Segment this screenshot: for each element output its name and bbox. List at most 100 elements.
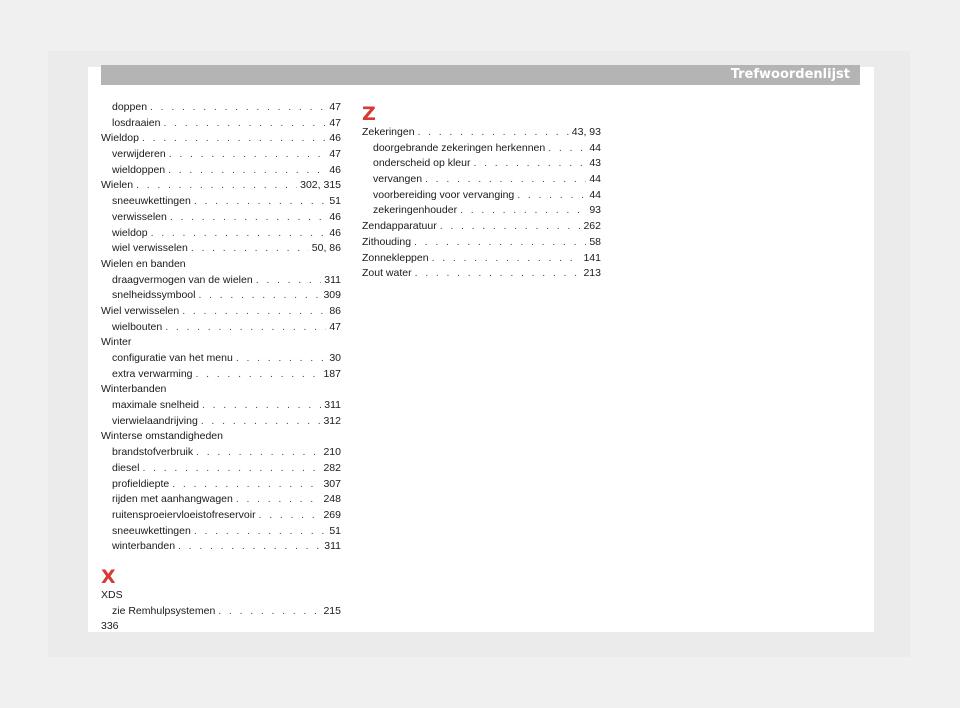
dot-leader <box>440 219 581 235</box>
entry-term: Wielen <box>101 179 134 192</box>
entry-page-ref: 43 <box>589 157 601 170</box>
entry-term: winterbanden <box>112 540 176 553</box>
index-subentry: verwijderen 47 <box>101 147 341 163</box>
dot-leader <box>194 194 327 210</box>
dot-leader <box>218 604 320 620</box>
entry-page-ref: 311 <box>324 399 341 412</box>
dot-leader <box>191 241 309 257</box>
entry-term: zie Remhulpsystemen <box>112 604 216 617</box>
index-entry: Wieldop 46 <box>101 131 341 147</box>
entry-term: zekeringenhouder <box>373 204 458 217</box>
dot-leader <box>196 367 321 383</box>
index-subentry: zie Remhulpsystemen 215 <box>101 604 341 620</box>
entry-page-ref: 46 <box>329 226 341 239</box>
index-subentry: doppen 47 <box>101 100 341 116</box>
entry-term: sneeuwkettingen <box>112 195 191 208</box>
entry-page-ref: 44 <box>589 173 601 186</box>
entry-term: Wiel verwisselen <box>101 304 180 317</box>
index-entry: Zonnekleppen 141 <box>362 251 601 267</box>
entry-page-ref: 302, 315 <box>300 179 341 192</box>
page-number: 336 <box>101 620 119 632</box>
index-subentry: losdraaien 47 <box>101 116 341 132</box>
dot-leader <box>432 251 581 267</box>
index-heading: Winterse omstandigheden <box>101 430 223 443</box>
entry-term: ruitensproeiervloeistofreservoir <box>112 508 256 521</box>
entry-page-ref: 47 <box>329 101 341 113</box>
dot-leader <box>165 320 326 336</box>
entry-page-ref: 46 <box>329 163 341 176</box>
dot-leader <box>473 156 586 172</box>
entry-term: doppen <box>112 101 148 113</box>
entry-term: verwijderen <box>112 148 166 161</box>
index-subentry: vierwielaandrijving 312 <box>101 414 341 430</box>
header-bar: Trefwoordenlijst <box>101 65 860 85</box>
entry-page-ref: 141 <box>583 251 601 264</box>
index-subentry: doorgebrande zekeringen herkennen 44 <box>362 141 601 157</box>
dot-leader <box>142 131 326 147</box>
index-subentry: sneeuwkettingen 51 <box>101 194 341 210</box>
entry-term: wieldop <box>112 226 148 239</box>
index-subentry: diesel 282 <box>101 461 341 477</box>
entry-page-ref: 44 <box>589 141 601 154</box>
dot-leader <box>418 125 569 141</box>
dot-leader <box>194 524 327 540</box>
dot-leader <box>163 116 326 132</box>
entry-page-ref: 44 <box>589 188 601 201</box>
index-subentry: configuratie van het menu 30 <box>101 351 341 367</box>
index-subentry: verwisselen 46 <box>101 210 341 226</box>
dot-leader <box>150 100 326 116</box>
entry-page-ref: 30 <box>329 352 341 364</box>
index-subentry: voorbereiding voor vervanging 44 <box>362 188 601 204</box>
index-entry: Wielen 302, 315 <box>101 178 341 194</box>
dot-leader <box>259 508 321 524</box>
dot-leader <box>142 461 320 477</box>
index-subentry: onderscheid op kleur 43 <box>362 156 601 172</box>
index-column-left: doppen47losdraaien47Wieldop46verwijderen… <box>101 100 341 619</box>
entry-page-ref: 86 <box>329 304 341 317</box>
entry-term: rijden met aanhangwagen <box>112 493 233 506</box>
entry-page-ref: 51 <box>329 195 341 208</box>
index-heading: Winter <box>101 336 132 349</box>
index-subentry: zekeringenhouder 93 <box>362 203 601 219</box>
dot-leader <box>151 226 327 242</box>
entry-page-ref: 213 <box>583 267 601 280</box>
entry-page-ref: 307 <box>323 477 341 490</box>
index-subentry: ruitensproeiervloeistofreservoir 269 <box>101 508 341 524</box>
dot-leader <box>178 539 321 555</box>
index-subentry: wieldoppen 46 <box>101 163 341 179</box>
index-heading: XDS <box>101 588 123 601</box>
entry-page-ref: 282 <box>323 461 341 474</box>
index-subentry: profieldiepte 307 <box>101 477 341 493</box>
index-subentry: rijden met aanhangwagen 248 <box>101 492 341 508</box>
index-heading: Winterbanden <box>101 383 167 396</box>
entry-term: brandstofverbruik <box>112 446 194 459</box>
entry-term: wieldoppen <box>112 163 166 176</box>
dot-leader <box>236 351 326 367</box>
index-subentry: wieldop 46 <box>101 226 341 242</box>
entry-term: verwisselen <box>112 210 167 223</box>
index-subentry: wielbouten 47 <box>101 320 341 336</box>
entry-page-ref: 269 <box>323 508 341 521</box>
entry-page-ref: 43, 93 <box>571 126 601 138</box>
entry-page-ref: 215 <box>323 604 341 617</box>
dot-leader <box>202 398 321 414</box>
index-subentry: extra verwarming 187 <box>101 367 341 383</box>
entry-term: configuratie van het menu <box>112 352 233 364</box>
entry-term: Zithouding <box>362 235 412 248</box>
dot-leader <box>548 141 586 157</box>
index-subentry: vervangen 44 <box>362 172 601 188</box>
entry-term: Zendapparatuur <box>362 220 437 233</box>
dot-leader <box>169 147 327 163</box>
entry-term: profieldiepte <box>112 477 170 490</box>
index-entry: Wiel verwisselen 86 <box>101 304 341 320</box>
index-entry: Zekeringen 43, 93 <box>362 125 601 141</box>
entry-term: losdraaien <box>112 116 161 129</box>
entry-term: Zout water <box>362 267 412 280</box>
entry-term: extra verwarming <box>112 367 193 380</box>
dot-leader <box>517 188 586 204</box>
entry-page-ref: 46 <box>329 210 341 223</box>
entry-term: Wieldop <box>101 132 139 145</box>
dot-leader <box>415 266 581 282</box>
entry-term: wiel verwisselen <box>112 242 188 255</box>
